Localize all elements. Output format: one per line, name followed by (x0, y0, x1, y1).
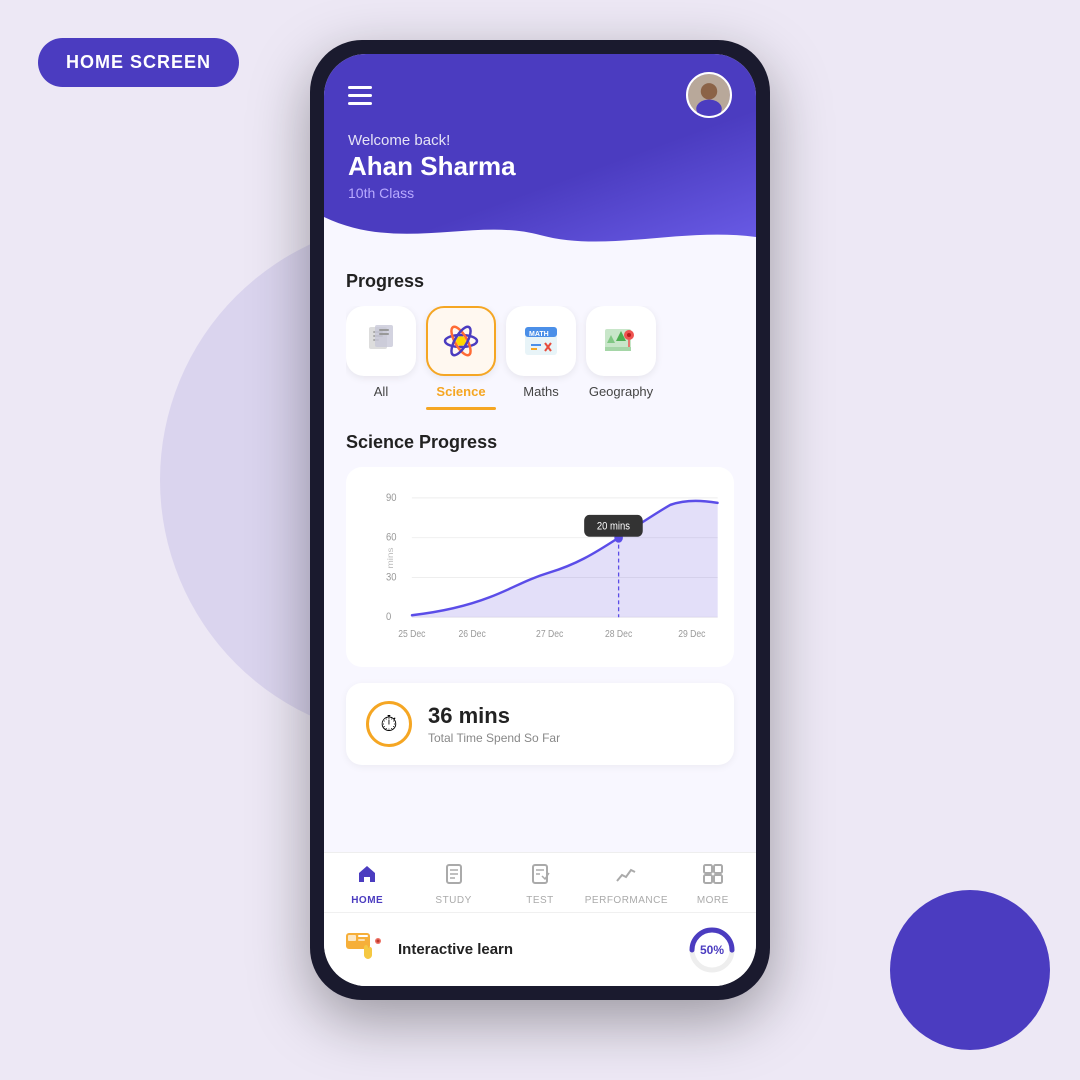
stats-info: 36 mins Total Time Spend So Far (428, 703, 560, 745)
tab-geography-icon (586, 306, 656, 376)
active-underline (426, 407, 496, 410)
tab-all-icon (346, 306, 416, 376)
nav-home-label: HOME (351, 895, 383, 906)
tab-maths-label: Maths (523, 384, 558, 399)
chart-container: 90 60 30 0 mins (346, 467, 734, 667)
nav-home[interactable]: HOME (324, 863, 410, 906)
svg-text:mins: mins (386, 547, 395, 568)
svg-text:29 Dec: 29 Dec (678, 629, 706, 640)
svg-text:60: 60 (386, 532, 397, 544)
tab-geography-label: Geography (589, 384, 653, 399)
home-screen-label: HOME SCREEN (38, 38, 239, 87)
svg-text:27 Dec: 27 Dec (536, 629, 564, 640)
phone-header: Welcome back! Ahan Sharma 10th Class (324, 54, 756, 251)
bottom-nav: HOME STUDY (324, 852, 756, 912)
user-class: 10th Class (348, 185, 732, 201)
svg-text:25 Dec: 25 Dec (398, 629, 426, 640)
nav-performance[interactable]: PERFORMANCE (583, 863, 669, 906)
nav-study[interactable]: STUDY (410, 863, 496, 906)
tab-all-label: All (374, 384, 388, 399)
bg-decoration-circle-small (890, 890, 1050, 1050)
interactive-label: Interactive learn (398, 941, 513, 958)
progress-percent: 50% (700, 943, 724, 957)
svg-text:90: 90 (386, 492, 397, 504)
interactive-icon (344, 925, 386, 974)
tab-maths[interactable]: MATH Maths (506, 306, 576, 410)
stats-card: ⏱ 36 mins Total Time Spend So Far (346, 683, 734, 765)
progress-circle: 50% (688, 926, 736, 974)
tab-all[interactable]: All (346, 306, 416, 410)
tab-maths-icon: MATH (506, 306, 576, 376)
test-icon (529, 863, 551, 891)
subject-tabs: All Science (346, 306, 734, 410)
user-name: Ahan Sharma (348, 151, 732, 182)
chart-svg: 90 60 30 0 mins (386, 483, 722, 657)
tab-science-icon (426, 306, 496, 376)
phone-screen: Welcome back! Ahan Sharma 10th Class Pro… (324, 54, 756, 986)
svg-text:MATH: MATH (529, 331, 549, 338)
interactive-learn-bar[interactable]: Interactive learn 50% (324, 912, 756, 986)
interactive-left: Interactive learn (344, 925, 513, 974)
chart-title: Science Progress (346, 432, 734, 453)
nav-test-label: TEST (526, 895, 554, 906)
nav-study-label: STUDY (435, 895, 471, 906)
clock-icon: ⏱ (366, 701, 412, 747)
nav-more-label: MORE (697, 895, 729, 906)
study-icon (443, 863, 465, 891)
tab-science-label: Science (436, 384, 485, 399)
wave-divider (324, 217, 756, 253)
home-icon (356, 863, 378, 891)
svg-text:26 Dec: 26 Dec (459, 629, 487, 640)
tab-science[interactable]: Science (426, 306, 496, 410)
stats-label: Total Time Spend So Far (428, 731, 560, 745)
nav-performance-label: PERFORMANCE (585, 895, 668, 906)
avatar[interactable] (686, 72, 732, 118)
svg-text:20 mins: 20 mins (597, 521, 630, 533)
welcome-text: Welcome back! (348, 132, 732, 149)
avatar-image (688, 72, 730, 118)
svg-text:28 Dec: 28 Dec (605, 629, 633, 640)
svg-text:30: 30 (386, 572, 397, 584)
progress-section-title: Progress (346, 271, 734, 292)
nav-test[interactable]: TEST (497, 863, 583, 906)
hamburger-menu[interactable] (348, 86, 372, 105)
tab-geography[interactable]: Geography (586, 306, 656, 410)
nav-more[interactable]: MORE (670, 863, 756, 906)
stats-time: 36 mins (428, 703, 560, 729)
svg-text:0: 0 (386, 612, 392, 624)
header-top-bar (348, 72, 732, 118)
performance-icon (615, 863, 637, 891)
more-icon (702, 863, 724, 891)
phone-frame: Welcome back! Ahan Sharma 10th Class Pro… (310, 40, 770, 1000)
phone-content: Progress All (324, 251, 756, 852)
